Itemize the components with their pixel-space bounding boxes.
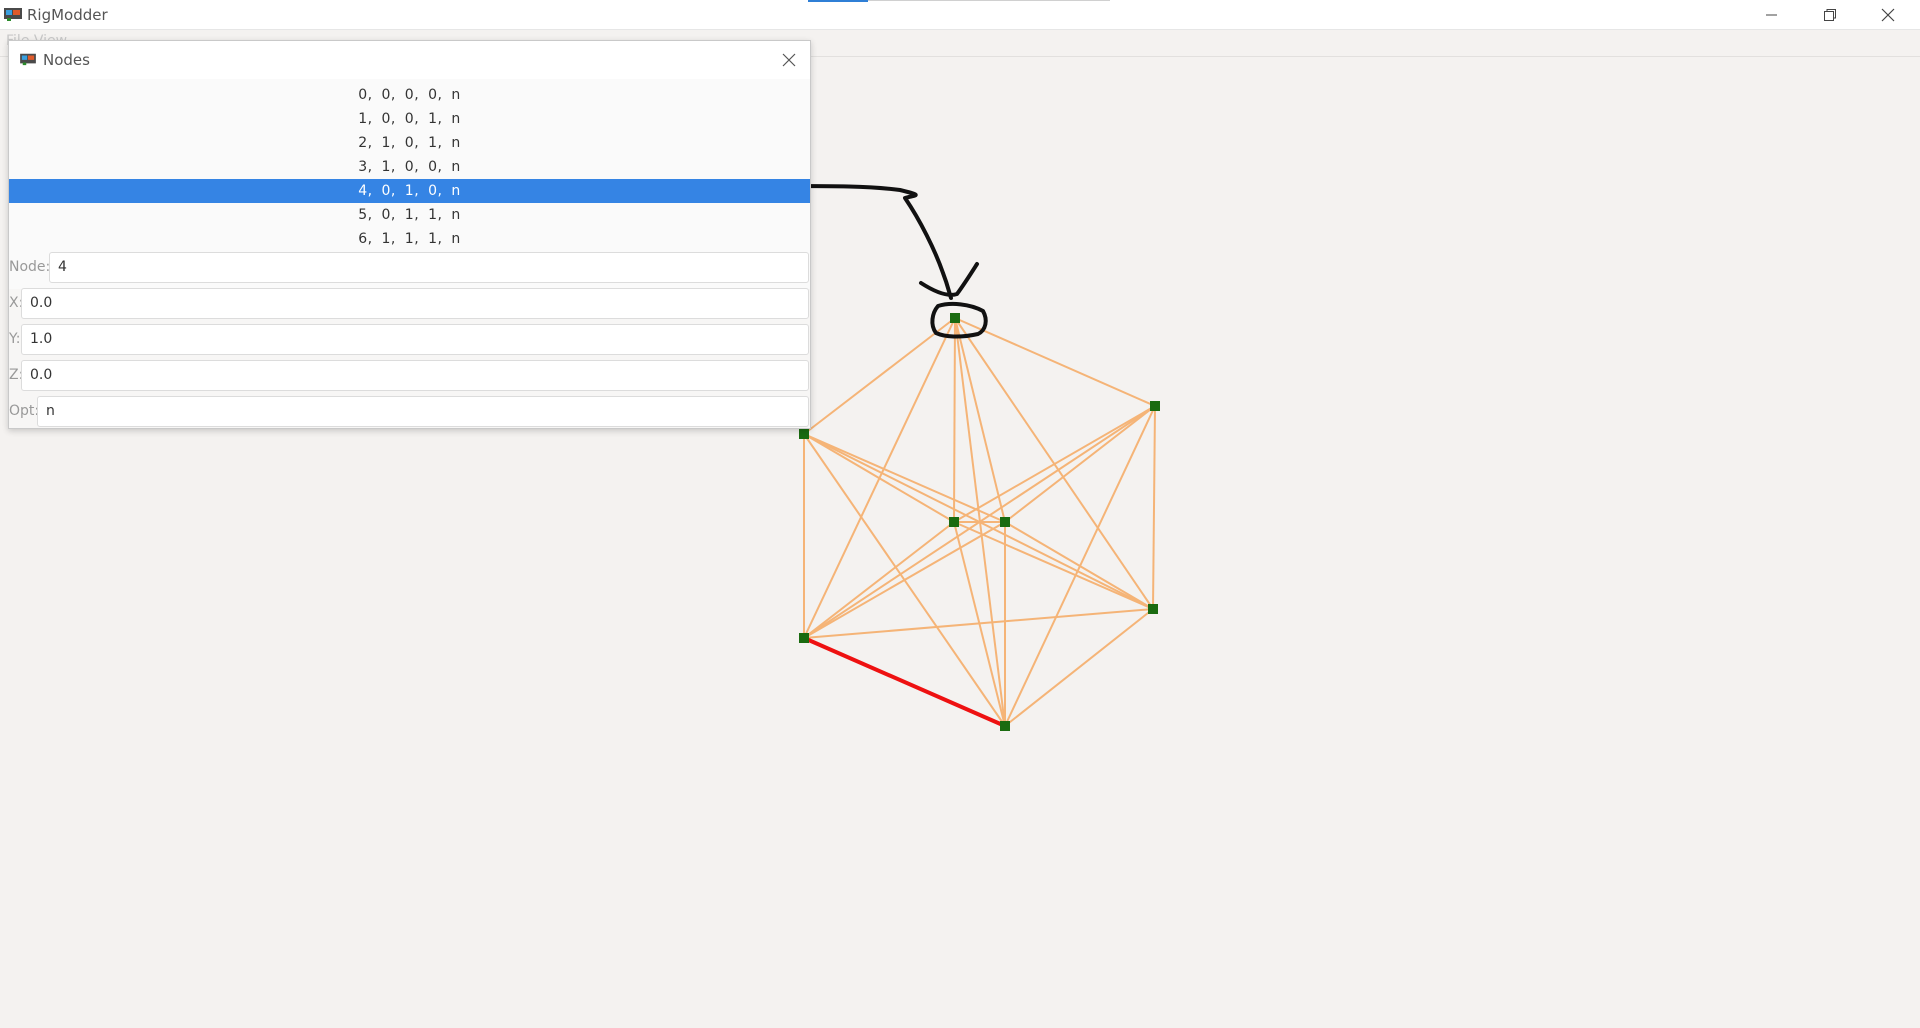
x-input[interactable]: 0.0 (21, 288, 809, 319)
node-point[interactable] (799, 429, 809, 439)
beam[interactable] (1152, 405, 1156, 610)
node-point[interactable] (1000, 517, 1010, 527)
z-field-row: Z: 0.0 (9, 359, 810, 392)
dialog-title: Nodes (43, 51, 90, 69)
beam[interactable] (953, 405, 1156, 523)
node-list-item[interactable]: 6, 1, 1, 1, n (9, 227, 810, 251)
y-input[interactable]: 1.0 (21, 324, 809, 355)
nodes-dialog: Nodes 0, 0, 0, 0, n 1, 0, 0, 1, n 2, 1, … (8, 40, 811, 429)
node-list-item[interactable]: 3, 1, 0, 0, n (9, 155, 810, 179)
beam-group (803, 317, 1156, 728)
node-point[interactable] (1000, 721, 1010, 731)
node-list-item-selected[interactable]: 4, 0, 1, 0, n (9, 179, 810, 203)
node-input[interactable]: 4 (49, 252, 809, 283)
beam[interactable] (954, 317, 1006, 523)
node-list-item[interactable]: 0, 0, 0, 0, n (9, 83, 810, 107)
beam[interactable] (1004, 521, 1154, 610)
node-list-item[interactable]: 5, 0, 1, 1, n (9, 203, 810, 227)
beam[interactable] (803, 608, 1154, 639)
opt-label: Opt: (9, 403, 40, 419)
beam[interactable] (953, 317, 956, 523)
dialog-app-icon (20, 53, 36, 66)
node-point[interactable] (1148, 604, 1158, 614)
node-point[interactable] (949, 517, 959, 527)
node-point[interactable] (799, 633, 809, 643)
dialog-close-button[interactable] (778, 49, 800, 71)
y-label: Y: (9, 331, 21, 347)
dialog-close-icon (782, 53, 796, 67)
beam[interactable] (803, 317, 956, 435)
node-point[interactable] (950, 313, 960, 323)
beam[interactable] (803, 433, 955, 523)
beam[interactable] (1004, 608, 1154, 727)
node-point[interactable] (1150, 401, 1160, 411)
y-field-row: Y: 1.0 (9, 323, 810, 356)
dialog-titlebar[interactable]: Nodes (9, 41, 810, 79)
beam[interactable] (803, 521, 1006, 639)
node-list-item[interactable]: 1, 0, 0, 1, n (9, 107, 810, 131)
z-input[interactable]: 0.0 (21, 360, 809, 391)
opt-field-row: Opt: n (9, 395, 810, 428)
node-field-row: Node: 4 (9, 251, 810, 284)
node-list-item[interactable]: 2, 1, 0, 1, n (9, 131, 810, 155)
opt-input[interactable]: n (37, 396, 809, 427)
x-field-row: X: 0.0 (9, 287, 810, 320)
node-label: Node: (9, 259, 51, 275)
